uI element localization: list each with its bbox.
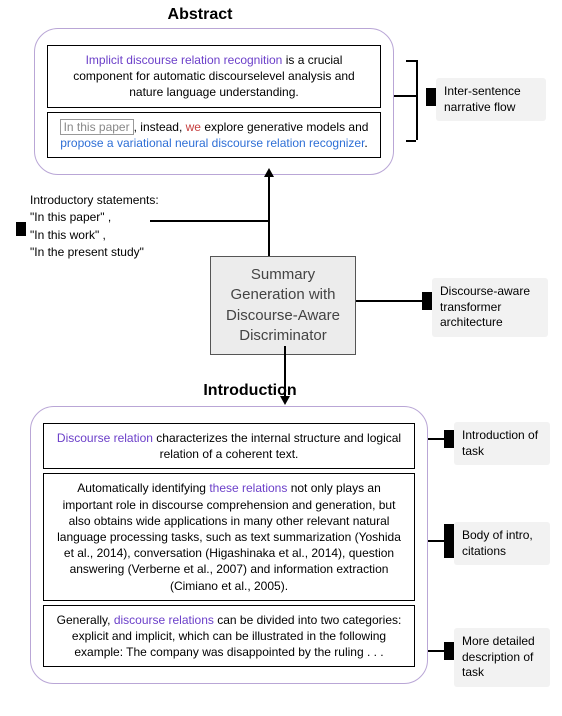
intro-s3-pre: Generally,: [57, 613, 114, 627]
model-box-l4: Discriminator: [217, 326, 349, 346]
connector-line: [406, 140, 416, 142]
connector-line: [428, 540, 444, 542]
connector-stub: [422, 292, 432, 310]
connector-stub: [444, 642, 454, 660]
connector-line: [356, 300, 422, 302]
connector-line: [268, 176, 270, 256]
arrow-up-icon: [264, 168, 274, 177]
connector-stub: [16, 222, 26, 236]
abstract-s2-proposal: propose a variational neural discourse r…: [60, 136, 364, 150]
connector-stub: [444, 524, 454, 558]
intro-s2-highlight: these relations: [209, 481, 287, 495]
intro-s2-pre: Automatically identifying: [77, 481, 209, 495]
intro-sentence-1: Discourse relation characterizes the int…: [43, 423, 415, 469]
intro-s1-highlight: Discourse relation: [57, 431, 153, 445]
connector-line: [394, 95, 416, 97]
abstract-panel: Implicit discourse relation recognition …: [34, 28, 394, 175]
intro-s1-rest: characterizes the internal structure and…: [153, 431, 401, 461]
abstract-s2-mid: , instead,: [134, 120, 186, 134]
abstract-sentence-1: Implicit discourse relation recognition …: [47, 45, 381, 108]
abstract-sentence-2: In this paper, instead, we explore gener…: [47, 112, 381, 158]
connector-stub: [426, 88, 436, 106]
annotation-discourse-arch: Discourse-aware transformer architecture: [432, 278, 548, 337]
intro-statements-line1: "In this paper" ,: [30, 209, 180, 226]
intro-s3-highlight: discourse relations: [114, 613, 214, 627]
intro-sentence-2: Automatically identifying these relation…: [43, 473, 415, 600]
abstract-title: Abstract: [0, 6, 400, 24]
abstract-s2-tail: .: [364, 136, 367, 150]
intro-s2-rest: not only plays an important role in disc…: [57, 481, 401, 592]
model-box-l3: Discourse-Aware: [217, 306, 349, 326]
model-box: Summary Generation with Discourse-Aware …: [210, 256, 356, 355]
connector-line: [406, 60, 416, 62]
model-box-l2: Generation with: [217, 285, 349, 305]
intro-sentence-3: Generally, discourse relations can be di…: [43, 605, 415, 668]
annotation-body-intro: Body of intro, citations: [454, 522, 550, 565]
intro-statements-line3: "In the present study": [30, 244, 180, 261]
connector-line: [428, 438, 444, 440]
annotation-more-detail: More detailed description of task: [454, 628, 550, 687]
intro-statements-line2: "In this work" ,: [30, 227, 180, 244]
annotation-inter-sentence: Inter-sentence narrative flow: [436, 78, 546, 121]
annotation-intro-task: Introduction of task: [454, 422, 550, 465]
connector-line: [416, 60, 418, 140]
abstract-s2-boxed-phrase: In this paper: [60, 119, 134, 135]
introductory-statements-block: Introductory statements: "In this paper"…: [30, 192, 180, 262]
introduction-panel: Discourse relation characterizes the int…: [30, 406, 428, 684]
connector-line: [428, 650, 444, 652]
abstract-s2-we: we: [186, 120, 201, 134]
model-box-l1: Summary: [217, 265, 349, 285]
abstract-s2-mid2: explore generative models and: [201, 120, 368, 134]
introduction-title: Introduction: [120, 382, 380, 400]
connector-stub: [444, 430, 454, 448]
abstract-s1-highlight: Implicit discourse relation recognition: [86, 53, 283, 67]
intro-statements-heading: Introductory statements:: [30, 192, 180, 209]
